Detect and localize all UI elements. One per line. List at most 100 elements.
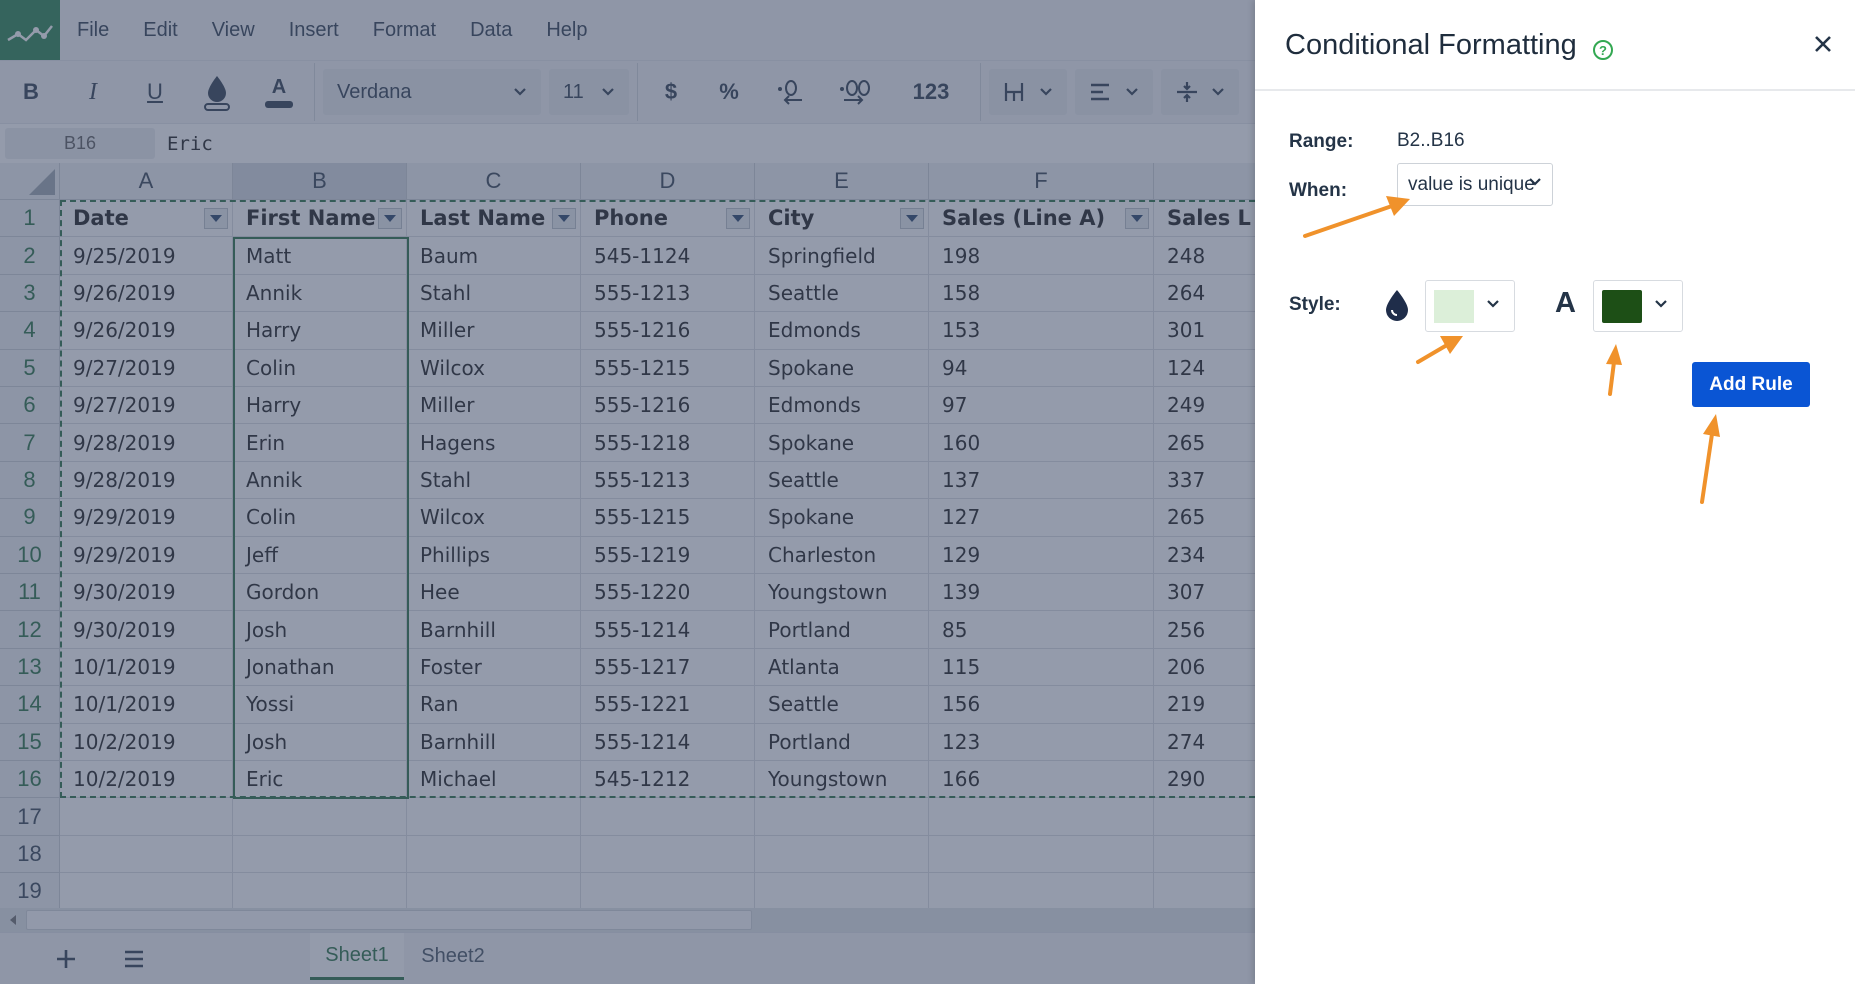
row-header[interactable]: 2	[0, 237, 60, 275]
table-cell[interactable]: 307	[1154, 574, 1255, 612]
table-cell[interactable]: Harry	[233, 312, 407, 350]
help-circle-icon[interactable]: ?	[1593, 40, 1613, 60]
table-cell[interactable]: 219	[1154, 686, 1255, 724]
table-header-cell[interactable]: Sales (Line A)	[929, 200, 1154, 238]
table-cell[interactable]: Wilcox	[407, 499, 581, 537]
table-cell[interactable]: Phillips	[407, 536, 581, 574]
table-header-cell[interactable]: Date	[60, 200, 233, 238]
empty-cell[interactable]	[1154, 798, 1255, 836]
row-header[interactable]: 11	[0, 574, 60, 612]
empty-cell[interactable]	[581, 798, 755, 836]
table-cell[interactable]: Gordon	[233, 574, 407, 612]
table-cell[interactable]: Foster	[407, 648, 581, 687]
scrollbar-thumb[interactable]	[26, 910, 752, 930]
empty-cell[interactable]	[233, 873, 407, 911]
table-cell[interactable]: 160	[929, 424, 1154, 462]
table-cell[interactable]: Hagens	[407, 424, 581, 462]
row-header[interactable]: 19	[0, 873, 60, 911]
italic-button[interactable]: I	[62, 67, 124, 117]
table-cell[interactable]: 9/29/2019	[60, 536, 233, 574]
table-cell[interactable]: 10/2/2019	[60, 723, 233, 761]
table-cell[interactable]: 139	[929, 574, 1154, 612]
empty-cell[interactable]	[1154, 873, 1255, 911]
table-cell[interactable]: 10/2/2019	[60, 761, 233, 799]
select-all-corner[interactable]	[0, 163, 60, 200]
table-cell[interactable]: 555-1213	[581, 461, 755, 500]
column-header-partial[interactable]	[1154, 163, 1255, 200]
table-cell[interactable]: 264	[1154, 275, 1255, 313]
menu-item-format[interactable]: Format	[356, 19, 453, 42]
table-cell[interactable]: Stahl	[407, 461, 581, 500]
table-cell[interactable]: 10/1/2019	[60, 686, 233, 724]
table-cell[interactable]: 555-1219	[581, 536, 755, 574]
table-cell[interactable]: 9/25/2019	[60, 237, 233, 275]
empty-cell[interactable]	[233, 798, 407, 836]
empty-cell[interactable]	[233, 835, 407, 874]
empty-cell[interactable]	[929, 798, 1154, 836]
menu-item-file[interactable]: File	[60, 19, 126, 42]
empty-cell[interactable]	[1154, 836, 1255, 874]
table-cell[interactable]: 115	[929, 648, 1154, 687]
table-cell[interactable]: Eric	[233, 761, 407, 799]
table-cell[interactable]: 555-1218	[581, 424, 755, 462]
table-cell[interactable]: 9/28/2019	[60, 424, 233, 462]
decrease-decimal-button[interactable]	[758, 67, 822, 117]
table-cell[interactable]: 127	[929, 499, 1154, 537]
fill-color-picker[interactable]	[1425, 280, 1515, 332]
row-header[interactable]: 14	[0, 686, 60, 724]
spreadsheet-grid[interactable]: ABCDEF 1 2 3 4 5 6 7 8 9 10 11 12 13 14 15 16 17 18 19 Dat…	[0, 163, 1255, 911]
table-cell[interactable]: 206	[1154, 649, 1255, 687]
table-cell[interactable]: 265	[1154, 424, 1255, 462]
table-cell[interactable]: 555-1216	[581, 312, 755, 350]
table-cell[interactable]: Annik	[233, 274, 407, 313]
add-rule-button[interactable]: Add Rule	[1692, 362, 1810, 407]
table-cell[interactable]: 9/27/2019	[60, 387, 233, 425]
empty-cell[interactable]	[929, 873, 1154, 911]
borders-select[interactable]	[989, 69, 1067, 115]
table-cell[interactable]: 555-1213	[581, 274, 755, 313]
table-cell[interactable]: 156	[929, 686, 1154, 724]
table-cell[interactable]: Stahl	[407, 274, 581, 313]
table-cell[interactable]: 97	[929, 387, 1154, 425]
row-header[interactable]: 5	[0, 349, 60, 387]
filter-dropdown-icon[interactable]	[378, 208, 402, 229]
row-header[interactable]: 6	[0, 387, 60, 425]
filter-dropdown-icon[interactable]	[204, 208, 228, 229]
table-cell[interactable]: 10/1/2019	[60, 648, 233, 687]
filter-dropdown-icon[interactable]	[900, 208, 924, 229]
table-cell[interactable]: 129	[929, 536, 1154, 574]
close-button[interactable]	[1807, 28, 1839, 60]
column-header-b[interactable]: B	[233, 163, 407, 200]
table-cell[interactable]: Edmonds	[755, 387, 929, 425]
table-cell[interactable]: Springfield	[755, 237, 929, 275]
table-cell[interactable]: 555-1214	[581, 723, 755, 761]
row-header[interactable]: 18	[0, 835, 60, 874]
table-cell[interactable]: 555-1217	[581, 648, 755, 687]
table-cell[interactable]: 555-1220	[581, 574, 755, 612]
empty-cell[interactable]	[581, 835, 755, 874]
table-cell[interactable]: 555-1216	[581, 387, 755, 425]
row-header[interactable]: 7	[0, 424, 60, 462]
row-header[interactable]: 4	[0, 312, 60, 350]
menu-item-data[interactable]: Data	[453, 19, 529, 42]
table-cell[interactable]: 166	[929, 761, 1154, 799]
table-cell[interactable]: 337	[1154, 462, 1255, 500]
column-header-f[interactable]: F	[929, 163, 1154, 200]
table-cell[interactable]: Ran	[407, 686, 581, 724]
range-value[interactable]: B2..B16	[1397, 130, 1465, 152]
font-color-picker[interactable]	[1593, 280, 1683, 332]
table-cell[interactable]: Barnhill	[407, 611, 581, 649]
fill-color-button[interactable]	[186, 67, 248, 117]
table-cell[interactable]: 198	[929, 237, 1154, 275]
row-header[interactable]: 17	[0, 798, 60, 836]
table-cell[interactable]: Spokane	[755, 424, 929, 462]
table-cell[interactable]: Barnhill	[407, 723, 581, 761]
row-header[interactable]: 15	[0, 723, 60, 761]
table-cell[interactable]: 9/26/2019	[60, 312, 233, 350]
font-color-button[interactable]: A	[248, 67, 310, 117]
table-cell[interactable]: 555-1214	[581, 611, 755, 649]
empty-cell[interactable]	[755, 798, 929, 836]
table-cell[interactable]: 85	[929, 611, 1154, 649]
table-cell[interactable]: 555-1221	[581, 686, 755, 724]
sheet-list-button[interactable]	[116, 941, 152, 977]
